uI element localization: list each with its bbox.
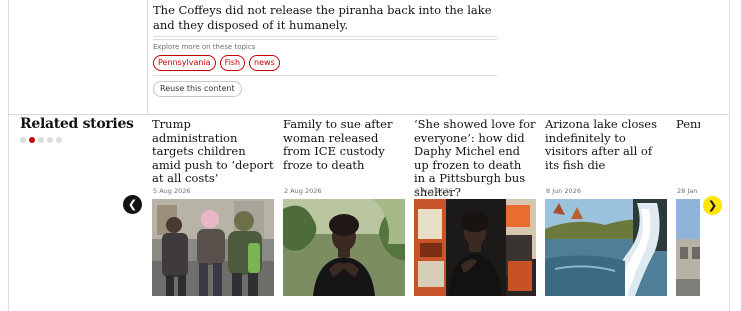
card-headline: Family to sue after woman released from … (283, 118, 393, 172)
card-date: 28 Jan 2 (677, 187, 700, 195)
card-headline: Trump administration targets children am… (152, 118, 274, 185)
tags-divider (153, 75, 497, 76)
pager-dot-1[interactable] (20, 137, 26, 143)
carousel-next-button[interactable]: ❯ (703, 196, 722, 215)
reuse-content-button[interactable]: Reuse this content (153, 81, 242, 97)
related-card-4[interactable]: Arizona lake closes indefinitely to visi… (545, 118, 667, 300)
related-stories-carousel: Trump administration targets children am… (152, 118, 700, 300)
tag-fish[interactable]: Fish (219, 55, 246, 71)
carousel-pager (20, 137, 62, 143)
card-date: 2 Aug 2026 (284, 187, 322, 195)
related-card-2[interactable]: Family to sue after woman released from … (283, 118, 405, 300)
pager-dot-3[interactable] (38, 137, 44, 143)
card-image-museum-street (676, 199, 700, 296)
card-headline: Arizona lake closes indefinitely to visi… (545, 118, 657, 172)
gutter-divider (147, 0, 148, 114)
pager-dot-4[interactable] (47, 137, 53, 143)
card-image-woman-portrait (283, 199, 405, 296)
card-image-children-street (152, 199, 274, 296)
explore-divider-bottom (153, 39, 497, 40)
related-section-divider (9, 114, 729, 115)
tag-news[interactable]: news (249, 55, 280, 71)
explore-topics-label: Explore more on these topics (153, 43, 256, 51)
card-image-lake-waterfall (545, 199, 667, 296)
topic-tags: Pennsylvania Fish news (153, 55, 280, 71)
chevron-left-icon: ❮ (127, 198, 138, 211)
carousel-prev-button[interactable]: ❮ (123, 195, 142, 214)
article-closing-paragraph: The Coffeys did not release the piranha … (153, 3, 492, 32)
card-image-collage (414, 199, 536, 296)
pager-dot-2[interactable] (29, 137, 35, 143)
card-headline: Penn museum closes (676, 118, 700, 131)
card-date: 2 Aug 2026 (415, 187, 453, 195)
explore-divider-top (153, 36, 497, 37)
related-card-5[interactable]: Penn museum closes 28 Jan 2 (676, 118, 700, 300)
pager-dot-5[interactable] (56, 137, 62, 143)
chevron-right-icon: ❯ (707, 199, 718, 212)
card-date: 5 Aug 2026 (153, 187, 191, 195)
related-stories-heading: Related stories (20, 116, 134, 132)
related-card-1[interactable]: Trump administration targets children am… (152, 118, 274, 300)
related-card-3[interactable]: ‘She showed love for everyone’: how did … (414, 118, 536, 300)
article-body: The Coffeys did not release the piranha … (153, 3, 498, 33)
card-date: 8 Jun 2026 (546, 187, 581, 195)
tag-pennsylvania[interactable]: Pennsylvania (153, 55, 216, 71)
